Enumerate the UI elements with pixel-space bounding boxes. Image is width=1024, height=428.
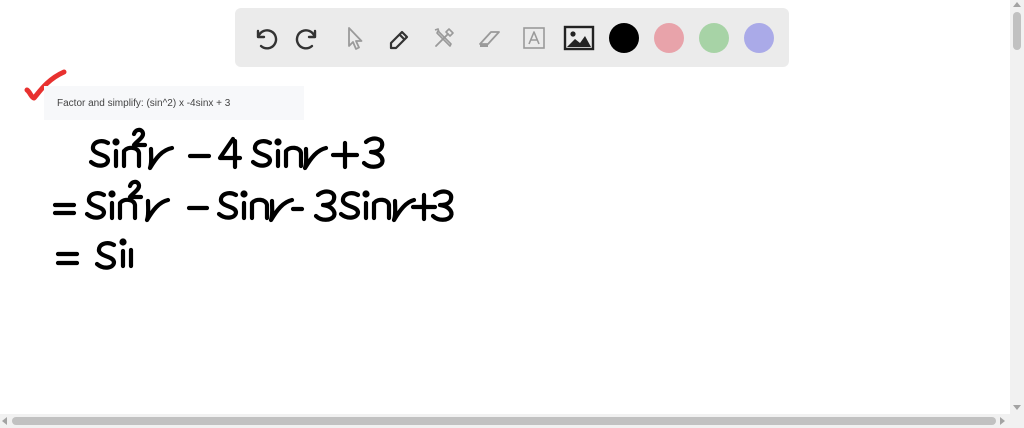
horizontal-scroll-thumb[interactable]	[12, 417, 996, 425]
scroll-down-arrow-icon[interactable]	[1013, 405, 1021, 410]
handwriting-line-2	[52, 179, 454, 223]
handwriting-line-3	[55, 238, 134, 270]
scroll-right-arrow-icon[interactable]	[1000, 417, 1005, 425]
vertical-scrollbar[interactable]	[1010, 0, 1024, 414]
scroll-left-arrow-icon[interactable]	[2, 417, 7, 425]
handwriting-area	[52, 127, 454, 270]
whiteboard-canvas[interactable]: Factor and simplify: (sin^2) x -4sinx + …	[0, 0, 1024, 428]
handwriting-line-1	[88, 127, 385, 171]
scroll-up-arrow-icon[interactable]	[1013, 2, 1021, 7]
vertical-scroll-thumb[interactable]	[1013, 12, 1021, 50]
horizontal-scrollbar[interactable]	[0, 414, 1024, 428]
